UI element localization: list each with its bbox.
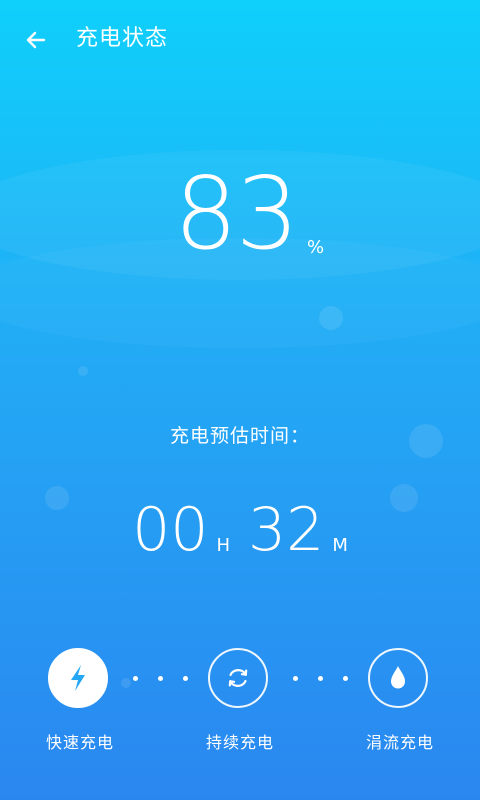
progress-dot bbox=[293, 676, 298, 681]
trickle-charging-icon-circle bbox=[368, 648, 428, 708]
hours-unit-label: H bbox=[216, 535, 230, 556]
battery-percentage-value: 83 bbox=[174, 155, 299, 272]
charging-mode-selector: 快速充电 持续充电 涓流充电 bbox=[0, 646, 480, 766]
estimated-time-display: 00 H 32 M bbox=[0, 490, 480, 570]
continuous-charging-icon-circle bbox=[208, 648, 268, 708]
background-bubble bbox=[319, 306, 343, 330]
lightning-bolt-icon bbox=[71, 665, 85, 691]
fast-charging-mode[interactable]: 快速充电 bbox=[25, 646, 135, 766]
arrow-left-icon bbox=[26, 31, 46, 49]
progress-dot bbox=[318, 676, 323, 681]
fast-charging-icon-circle bbox=[48, 648, 108, 708]
hours-value: 00 bbox=[132, 495, 209, 565]
continuous-charging-label: 持续充电 bbox=[205, 733, 274, 752]
estimated-time-label: 充电预估时间： bbox=[169, 425, 310, 447]
top-app-bar: 充电状态 bbox=[0, 0, 480, 78]
page-title: 充电状态 bbox=[76, 26, 169, 51]
background-bubble bbox=[78, 366, 88, 376]
fast-charging-label: 快速充电 bbox=[45, 733, 114, 752]
continuous-charging-mode[interactable]: 持续充电 bbox=[185, 646, 295, 766]
minutes-value: 32 bbox=[248, 495, 325, 565]
water-drop-icon bbox=[391, 666, 405, 689]
progress-dot bbox=[133, 676, 138, 681]
progress-dot bbox=[158, 676, 163, 681]
trickle-charging-mode[interactable]: 涓流充电 bbox=[345, 646, 455, 766]
refresh-cycle-icon bbox=[228, 669, 248, 687]
percent-unit-label: % bbox=[307, 237, 325, 258]
charging-status-screen: 充电状态 83 % 充电预估时间： 00 H 32 M 快速充电 持续充电 涓流… bbox=[0, 0, 480, 800]
back-button[interactable] bbox=[16, 20, 56, 60]
trickle-charging-label: 涓流充电 bbox=[365, 733, 434, 752]
battery-level-display: 83 % bbox=[174, 154, 334, 274]
minutes-unit-label: M bbox=[332, 535, 348, 556]
